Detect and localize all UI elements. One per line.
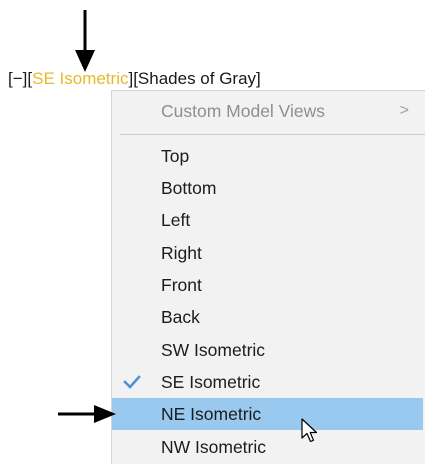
mouse-cursor-icon	[301, 418, 318, 443]
down-arrow-icon	[75, 10, 95, 72]
menu-item-sw-isometric[interactable]: SW Isometric	[112, 334, 423, 366]
menu-separator	[120, 134, 425, 135]
menu-item-back[interactable]: Back	[112, 301, 423, 333]
viewport-controls-menu[interactable]: [−]	[8, 69, 27, 88]
menu-item-nw-isometric[interactable]: NW Isometric	[112, 431, 423, 463]
view-controls-menu[interactable]: SE Isometric	[32, 69, 128, 88]
view-dropdown-menu: Custom Model Views > Top Bottom Left Rig…	[111, 90, 425, 464]
checkmark-icon	[123, 375, 141, 389]
right-arrow-icon	[58, 405, 116, 423]
menu-item-se-isometric[interactable]: SE Isometric	[112, 366, 423, 398]
menu-item-custom-model-views[interactable]: Custom Model Views >	[112, 95, 423, 127]
menu-item-front[interactable]: Front	[112, 269, 423, 301]
chevron-right-icon: >	[399, 102, 409, 119]
visual-style-menu[interactable]: [Shades of Gray]	[133, 69, 261, 88]
viewport-label: [−][SE Isometric][Shades of Gray]	[8, 69, 261, 88]
menu-item-bottom[interactable]: Bottom	[112, 172, 423, 204]
menu-item-ne-isometric[interactable]: NE Isometric	[112, 398, 423, 430]
menu-item-top[interactable]: Top	[112, 140, 423, 172]
menu-item-left[interactable]: Left	[112, 204, 423, 236]
menu-item-right[interactable]: Right	[112, 237, 423, 269]
